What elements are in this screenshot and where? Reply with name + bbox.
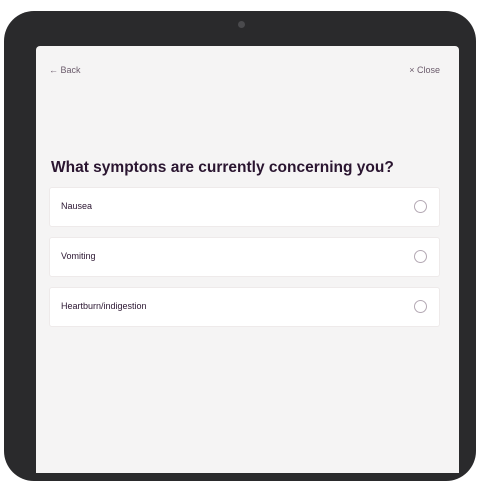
app-screen: ← Back × Close What symptons are current…: [36, 46, 459, 473]
option-label: Nausea: [61, 201, 93, 211]
option-label: Heartburn/indigestion: [61, 301, 147, 311]
question-heading: What symptons are currently concerning y…: [51, 159, 394, 176]
top-navigation: ← Back × Close: [36, 65, 459, 79]
option-nausea[interactable]: Nausea: [50, 188, 439, 226]
camera-icon: [238, 21, 245, 28]
close-button[interactable]: × Close: [409, 65, 440, 75]
radio-circle-icon[interactable]: [414, 200, 427, 213]
radio-circle-icon[interactable]: [414, 250, 427, 263]
back-button[interactable]: ← Back: [49, 65, 81, 75]
symptom-options: Nausea Vomiting Heartburn/indigestion: [50, 188, 439, 338]
option-heartburn-indigestion[interactable]: Heartburn/indigestion: [50, 288, 439, 326]
radio-circle-icon[interactable]: [414, 300, 427, 313]
tablet-frame: ← Back × Close What symptons are current…: [4, 11, 476, 481]
option-label: Vomiting: [61, 251, 96, 261]
option-vomiting[interactable]: Vomiting: [50, 238, 439, 276]
